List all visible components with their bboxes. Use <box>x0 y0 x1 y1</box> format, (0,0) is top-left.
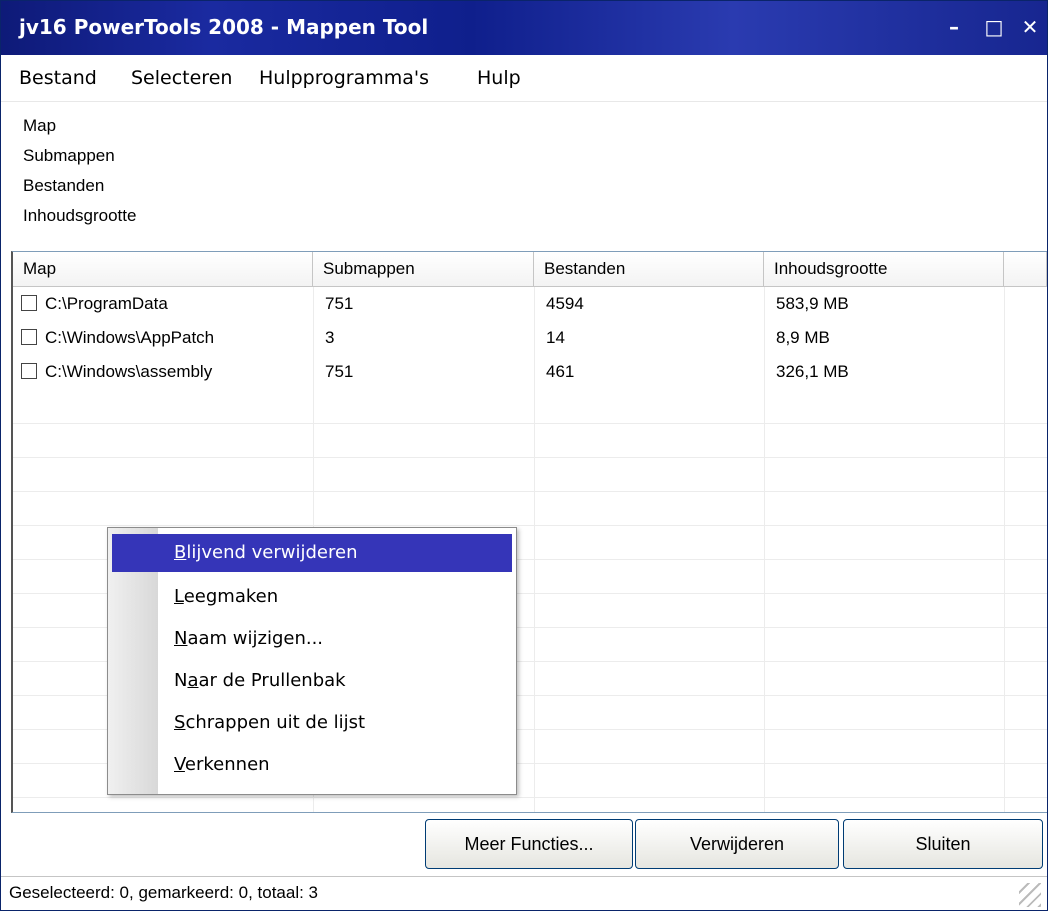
info-bestanden-label: Bestanden <box>23 176 105 195</box>
ctx-item-recycle-bin[interactable]: Naar de Prullenbak <box>112 662 512 700</box>
ctx-label-rest: chrappen uit de lijst <box>185 712 366 733</box>
accelerator-letter: N <box>174 628 188 649</box>
accelerator-letter: S <box>174 712 186 733</box>
ctx-label-rest: erkennen <box>184 754 270 775</box>
delete-button[interactable]: Verwijderen <box>635 819 839 869</box>
row-checkbox[interactable] <box>21 363 37 379</box>
ctx-item-label: Leegmaken <box>174 578 278 616</box>
cell-grootte: 583,9 MB <box>776 294 849 313</box>
close-button[interactable]: Sluiten <box>843 819 1043 869</box>
resize-grip-icon[interactable] <box>1019 883 1041 907</box>
grid-line <box>13 797 1047 798</box>
ctx-item-label: Verkennen <box>174 746 270 784</box>
info-inhoudsgrootte-label: Inhoudsgrootte <box>23 206 137 225</box>
minimize-button[interactable]: – <box>941 13 967 41</box>
grid-line <box>13 491 1047 492</box>
cell-map: C:\ProgramData <box>45 294 168 313</box>
cell-map: C:\Windows\assembly <box>45 362 213 381</box>
ctx-item-label: Naar de Prullenbak <box>174 662 346 700</box>
grid-line <box>13 423 1047 424</box>
table-row[interactable]: C:\Windows\assembly 751 461 326,1 MB <box>13 355 1047 389</box>
column-header-empty <box>1004 252 1047 286</box>
grid-line <box>13 457 1047 458</box>
main-window: jv16 PowerTools 2008 - Mappen Tool – □ ✕… <box>0 0 1048 911</box>
accelerator-letter: L <box>174 586 184 607</box>
cell-map: C:\Windows\AppPatch <box>45 328 215 347</box>
ctx-item-label: Blijvend verwijderen <box>174 534 357 572</box>
ctx-item-rename[interactable]: Naam wijzigen... <box>112 620 512 658</box>
table-row[interactable]: C:\Windows\AppPatch 3 14 8,9 MB <box>13 321 1047 355</box>
ctx-label-rest: ar de Prullenbak <box>198 670 346 691</box>
info-map-label: Map <box>23 116 57 135</box>
menu-bestand[interactable]: Bestand <box>19 67 97 89</box>
list-header: Map Submappen Bestanden Inhoudsgrootte <box>13 252 1047 287</box>
status-bar: Geselecteerd: 0, gemarkeerd: 0, totaal: … <box>1 876 1047 910</box>
table-row[interactable]: C:\ProgramData 751 4594 583,9 MB <box>13 287 1047 321</box>
cell-submappen: 751 <box>325 294 354 313</box>
cell-grootte: 8,9 MB <box>776 328 830 347</box>
menu-bar: Bestand Selecteren Hulpprogramma's Hulp <box>1 55 1047 102</box>
ctx-item-empty[interactable]: Leegmaken <box>112 578 512 616</box>
menu-hulp[interactable]: Hulp <box>477 67 521 89</box>
more-functions-button[interactable]: Meer Functies... <box>425 819 633 869</box>
menu-selecteren[interactable]: Selecteren <box>131 67 232 89</box>
maximize-button[interactable]: □ <box>981 13 1007 41</box>
ctx-label-rest: eegmaken <box>183 586 279 607</box>
cell-bestanden: 4594 <box>546 294 584 313</box>
ctx-item-remove-from-list[interactable]: Schrappen uit de lijst <box>112 704 512 742</box>
close-window-button[interactable]: ✕ <box>1017 13 1043 41</box>
ctx-item-label: Naam wijzigen... <box>174 620 323 658</box>
status-text: Geselecteerd: 0, gemarkeerd: 0, totaal: … <box>9 883 319 902</box>
accelerator-letter: a <box>187 670 199 691</box>
ctx-item-label: Schrappen uit de lijst <box>174 704 365 742</box>
menu-hulpprogrammas[interactable]: Hulpprogramma's <box>259 67 429 89</box>
accelerator-letter: V <box>174 754 185 775</box>
ctx-label-rest: lijvend verwijderen <box>186 542 358 563</box>
window-title: jv16 PowerTools 2008 - Mappen Tool <box>19 15 429 39</box>
column-header-map[interactable]: Map <box>13 252 313 286</box>
cell-submappen: 3 <box>325 328 335 347</box>
ctx-item-explore[interactable]: Verkennen <box>112 746 512 784</box>
ctx-label-rest: aam wijzigen... <box>187 628 324 649</box>
column-header-bestanden[interactable]: Bestanden <box>534 252 764 286</box>
info-submappen-label: Submappen <box>23 146 115 165</box>
folder-info-panel: Map Submappen Bestanden Inhoudsgrootte <box>23 111 136 231</box>
row-checkbox[interactable] <box>21 295 37 311</box>
column-header-submappen[interactable]: Submappen <box>313 252 534 286</box>
accelerator-letter: B <box>174 542 187 563</box>
context-menu: Blijvend verwijderen Leegmaken Naam wijz… <box>107 527 517 795</box>
ctx-item-permanently-delete[interactable]: Blijvend verwijderen <box>112 534 512 572</box>
cell-grootte: 326,1 MB <box>776 362 849 381</box>
row-checkbox[interactable] <box>21 329 37 345</box>
cell-bestanden: 461 <box>546 362 575 381</box>
column-header-inhoudsgrootte[interactable]: Inhoudsgrootte <box>764 252 1004 286</box>
cell-bestanden: 14 <box>546 328 565 347</box>
grid-line <box>13 525 1047 526</box>
title-bar[interactable]: jv16 PowerTools 2008 - Mappen Tool – □ ✕ <box>1 1 1047 55</box>
ctx-label-first: N <box>174 670 188 691</box>
cell-submappen: 751 <box>325 362 354 381</box>
